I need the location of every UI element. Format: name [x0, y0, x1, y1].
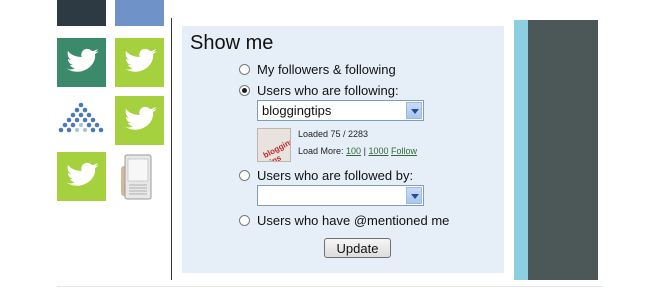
- blue-dots-logo-icon: [58, 102, 104, 133]
- twitter-bird-icon: [124, 106, 157, 130]
- load-more-row: Load More: 100 | 1000 Follow: [298, 146, 417, 156]
- radio-button[interactable]: [239, 169, 250, 181]
- option-mentioned-me[interactable]: Users who have @mentioned me: [239, 211, 449, 229]
- divider: [171, 18, 172, 280]
- load-more-label: Load More:: [298, 146, 344, 156]
- right-accent-strip: [514, 20, 528, 280]
- option-label: My followers & following: [257, 61, 396, 77]
- avatar[interactable]: [115, 152, 164, 201]
- avatar[interactable]: [57, 38, 106, 87]
- option-label: Users who are following:: [257, 82, 399, 98]
- bottom-divider: [57, 286, 603, 287]
- radio-button[interactable]: [239, 214, 250, 226]
- follow-link[interactable]: Follow: [391, 146, 417, 156]
- option-label: Users who have @mentioned me: [257, 212, 450, 228]
- avatar[interactable]: [115, 96, 164, 145]
- radio-button[interactable]: [239, 63, 250, 75]
- e-reader-icon: [121, 154, 152, 200]
- followed-by-user-select[interactable]: [257, 185, 424, 206]
- option-label: Users who are followed by:: [257, 167, 414, 183]
- chevron-down-icon[interactable]: [406, 102, 422, 119]
- option-users-following[interactable]: Users who are following:: [239, 81, 399, 99]
- load-100-link[interactable]: 100: [346, 146, 361, 156]
- following-user-select[interactable]: bloggingtips: [257, 100, 424, 121]
- select-value: bloggingtips: [262, 103, 332, 118]
- show-me-panel: Show me My followers & following Users w…: [182, 26, 504, 273]
- option-users-followed-by[interactable]: Users who are followed by:: [239, 166, 413, 184]
- separator: |: [363, 146, 366, 156]
- avatar[interactable]: [57, 152, 106, 201]
- avatar[interactable]: [115, 0, 164, 26]
- twitter-bird-icon: [124, 48, 157, 72]
- option-followers-following[interactable]: My followers & following: [239, 60, 396, 78]
- twitter-bird-icon: [66, 162, 99, 186]
- twitter-bird-icon: [66, 48, 99, 72]
- panel-title: Show me: [190, 32, 274, 54]
- loaded-count: Loaded 75 / 2283: [298, 129, 369, 139]
- avatar-grid: [57, 0, 169, 210]
- avatar[interactable]: [57, 0, 106, 26]
- right-dark-panel: [528, 20, 598, 280]
- radio-button[interactable]: [239, 84, 250, 96]
- thumbnail-logo-text: blogging tips: [261, 136, 291, 162]
- user-thumbnail[interactable]: blogging tips: [257, 128, 291, 162]
- load-1000-link[interactable]: 1000: [368, 146, 388, 156]
- avatar[interactable]: [57, 96, 106, 145]
- update-button[interactable]: Update: [324, 238, 391, 258]
- chevron-down-icon[interactable]: [406, 187, 422, 204]
- avatar[interactable]: [115, 38, 164, 87]
